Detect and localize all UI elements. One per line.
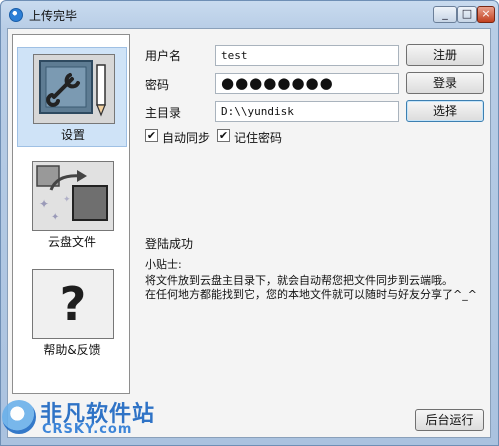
svg-text:✦: ✦ bbox=[63, 195, 71, 205]
maximize-button[interactable]: □ bbox=[457, 6, 477, 23]
close-button[interactable]: × bbox=[477, 6, 495, 23]
tips-box: 小贴士: 将文件放到云盘主目录下，就会自动帮您把文件同步到云端哦。 在任何地方都… bbox=[145, 258, 483, 302]
minimize-button[interactable]: _ bbox=[433, 6, 457, 23]
remember-password-checkbox[interactable]: ✔ bbox=[217, 129, 230, 142]
sidebar-item-help[interactable]: ? 帮助&反馈 bbox=[17, 263, 127, 363]
login-status-text: 登陆成功 bbox=[145, 237, 194, 251]
auto-sync-checkbox[interactable]: ✔ bbox=[145, 129, 158, 142]
username-field[interactable]: test bbox=[215, 45, 399, 66]
svg-text:?: ? bbox=[60, 277, 87, 331]
sidebar: 设置 ✦ ✦ ✦ 云盘文件 ? 帮助&反馈 bbox=[12, 34, 130, 394]
register-button[interactable]: 注册 bbox=[406, 44, 484, 66]
watermark-sub-text: CRSKY.com bbox=[42, 422, 133, 437]
settings-tools-icon bbox=[33, 54, 115, 124]
site-watermark: 非凡软件站 CRSKY.com bbox=[2, 392, 192, 444]
username-label: 用户名 bbox=[145, 49, 182, 63]
sidebar-item-label: 设置 bbox=[60, 128, 85, 142]
password-field[interactable]: ●●●●●●●● bbox=[215, 73, 399, 94]
homedir-label: 主目录 bbox=[145, 106, 182, 120]
auto-sync-label: 自动同步 bbox=[162, 131, 211, 145]
svg-text:✦: ✦ bbox=[39, 197, 49, 211]
cloud-files-icon: ✦ ✦ ✦ bbox=[32, 161, 114, 231]
homedir-field[interactable]: D:\\yundisk bbox=[215, 101, 399, 122]
background-run-button[interactable]: 后台运行 bbox=[415, 409, 484, 431]
sidebar-item-cloud-files[interactable]: ✦ ✦ ✦ 云盘文件 bbox=[17, 155, 127, 255]
title-bar[interactable]: 上传完毕 _ □ × bbox=[1, 1, 498, 29]
login-button[interactable]: 登录 bbox=[406, 72, 484, 94]
tips-line: 在任何地方都能找到它，您的本地文件就可以随时与好友分享了^_^ bbox=[145, 288, 477, 301]
sidebar-item-label: 帮助&反馈 bbox=[43, 343, 101, 357]
window-title: 上传完毕 bbox=[29, 9, 78, 23]
help-question-icon: ? bbox=[32, 269, 114, 339]
sidebar-item-label: 云盘文件 bbox=[47, 235, 96, 249]
app-cloud-icon bbox=[9, 8, 23, 22]
password-label: 密码 bbox=[145, 78, 170, 92]
tips-line: 将文件放到云盘主目录下，就会自动帮您把文件同步到云端哦。 bbox=[145, 274, 453, 287]
sidebar-item-settings[interactable]: 设置 bbox=[17, 47, 127, 147]
watermark-logo-icon bbox=[2, 400, 36, 434]
remember-password-label: 记住密码 bbox=[234, 131, 283, 145]
choose-folder-button[interactable]: 选择 bbox=[406, 100, 484, 122]
svg-text:✦: ✦ bbox=[51, 212, 59, 223]
tips-heading: 小贴士: bbox=[145, 258, 182, 271]
